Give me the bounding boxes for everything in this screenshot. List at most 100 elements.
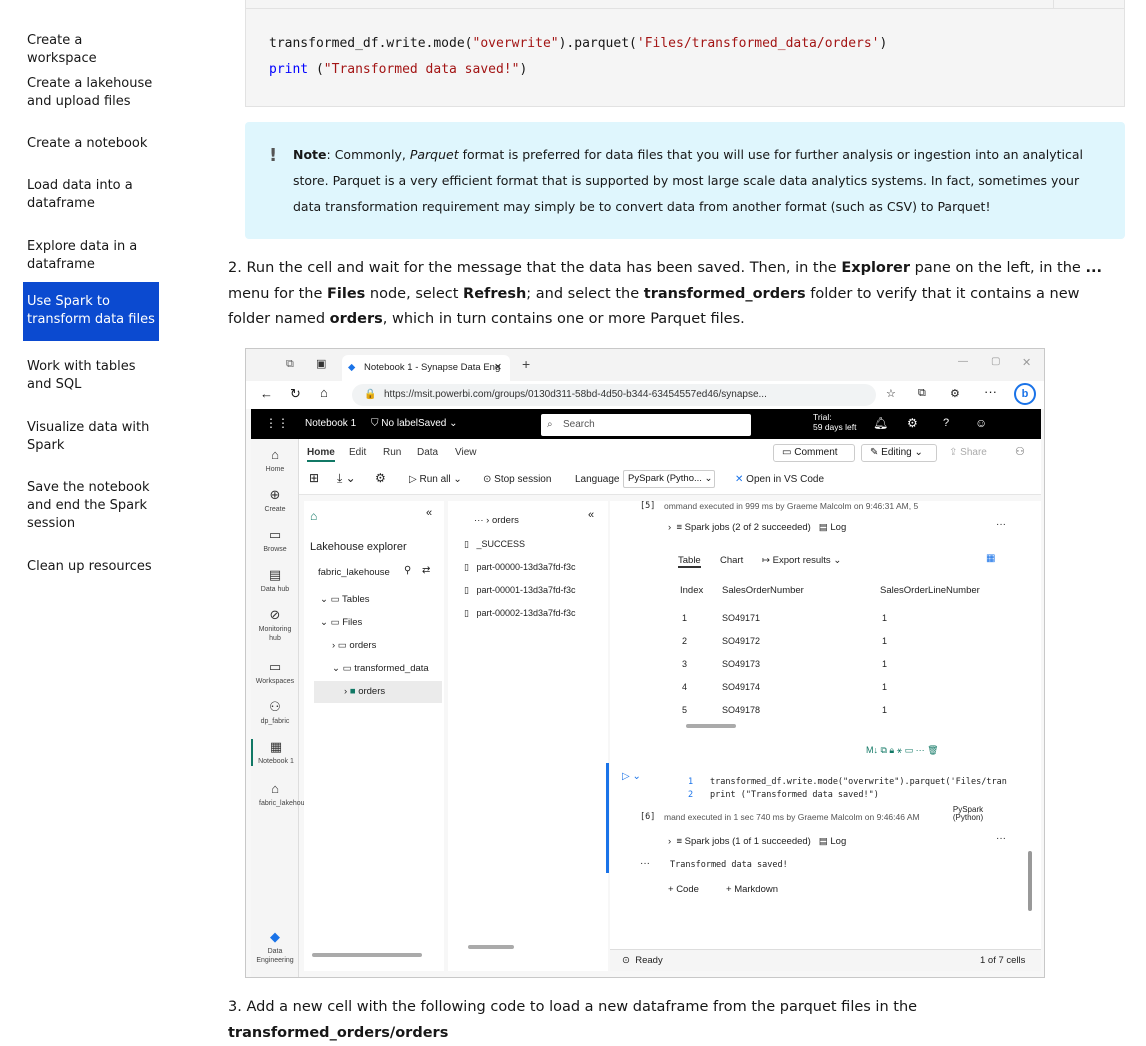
toc-item-clean-up[interactable]: Clean up resources — [23, 554, 159, 580]
minimize-icon[interactable]: — — [958, 356, 968, 367]
table-cell: 1 — [682, 613, 688, 623]
close-tab-icon[interactable]: ✕ — [494, 355, 502, 381]
pin-icon[interactable]: ⚲ — [404, 565, 411, 576]
url-input[interactable]: 🔒 https://msit.powerbi.com/groups/0130d31… — [352, 384, 876, 406]
spark-jobs-5[interactable]: › ≡ Spark jobs (2 of 2 succeeded) ▤ Log — [668, 522, 846, 533]
swap-icon[interactable]: ⇄ — [422, 565, 430, 576]
files-breadcrumb[interactable]: ··· › orders — [474, 515, 519, 526]
editing-button[interactable]: ✎ Editing ⌄ — [861, 444, 937, 462]
explorer-scrollbar[interactable] — [312, 953, 422, 957]
back-icon[interactable]: ← — [260, 386, 273, 401]
collapse-icon[interactable]: « — [426, 507, 432, 519]
cell-6-line-1[interactable]: transformed_df.write.mode("overwrite").p… — [710, 777, 1007, 787]
tree-transformed-orders[interactable]: › ■ orders — [314, 681, 442, 703]
result-tab-chart[interactable]: Chart — [720, 555, 743, 566]
table-cell: SO49174 — [722, 682, 761, 692]
file-item[interactable]: ▯ _SUCCESS — [464, 539, 525, 550]
cell-more-icon[interactable]: ··· — [996, 519, 1006, 530]
favorites-icon[interactable]: ☆ — [886, 387, 896, 400]
language-select[interactable]: PySpark (Pytho... ⌄ — [623, 470, 715, 488]
app-launcher-icon[interactable]: ⋮⋮ — [265, 416, 289, 430]
bing-icon[interactable]: b — [1014, 383, 1036, 405]
help-icon[interactable]: ? — [943, 417, 949, 429]
collections-icon[interactable]: ⧉ — [918, 387, 926, 400]
rail-dp-fabric[interactable]: ⚇ dp_fabric — [251, 699, 299, 726]
toc-item-visualize[interactable]: Visualize data with Spark — [23, 415, 159, 459]
refresh-icon[interactable]: ↻ — [290, 386, 301, 402]
browser-tab[interactable]: Notebook 1 - Synapse Data Eng ◆ ✕ — [342, 355, 510, 381]
tab-data[interactable]: Data — [417, 447, 438, 458]
toc-item-save-notebook[interactable]: Save the notebook and end the Spark sess… — [23, 475, 159, 537]
file-item[interactable]: ▯ part-00002-13d3a7fd-f3c — [464, 608, 576, 619]
file-item[interactable]: ▯ part-00000-13d3a7fd-f3c — [464, 562, 576, 573]
toc-item-use-spark[interactable]: Use Spark to transform data files — [23, 282, 159, 341]
more-icon[interactable]: ··· — [984, 384, 997, 399]
maximize-icon[interactable]: ▢ — [991, 356, 1000, 367]
cell-6-line-2[interactable]: print ("Transformed data saved!") — [710, 790, 879, 800]
add-markdown-button[interactable]: + Markdown — [726, 884, 778, 895]
toc-item-explore-data[interactable]: Explore data in a dataframe — [23, 234, 159, 278]
share-button[interactable]: ⇪ Share — [949, 447, 987, 458]
rail-browse[interactable]: ▭ Browse — [251, 527, 299, 554]
window-close-icon[interactable]: ✕ — [1022, 356, 1031, 369]
workspaces-icon[interactable]: ⧉ — [286, 358, 294, 371]
toc-item-create-workspace[interactable]: Create a workspace — [23, 28, 159, 72]
tree-tables[interactable]: ⌄ ▭ Tables — [320, 594, 370, 605]
tree-files[interactable]: ⌄ ▭ Files — [320, 617, 362, 628]
stop-session-button[interactable]: ⊙ Stop session — [483, 474, 551, 485]
cell-more-icon[interactable]: ··· — [996, 833, 1006, 844]
open-vscode-button[interactable]: ✕ Open in VS Code — [735, 474, 824, 485]
download-icon[interactable]: ⤓ ⌄ — [337, 471, 356, 486]
file-item[interactable]: ▯ part-00001-13d3a7fd-f3c — [464, 585, 576, 596]
tab-home[interactable]: Home — [307, 447, 335, 462]
home-icon[interactable]: ⌂ — [320, 385, 328, 400]
feedback-icon[interactable]: ☺ — [975, 416, 987, 430]
toc-item-load-data[interactable]: Load data into a dataframe — [23, 173, 159, 217]
tree-transformed-data[interactable]: ⌄ ▭ transformed_data — [332, 663, 429, 674]
tab-view[interactable]: View — [455, 447, 477, 458]
bell-icon[interactable]: 🔔︎ — [873, 416, 888, 430]
extensions-icon[interactable]: ⚙ — [950, 387, 960, 400]
add-code-button[interactable]: + Code — [668, 884, 699, 895]
rail-notebook[interactable]: ▦ Notebook 1 — [251, 739, 299, 766]
rail-monitoring[interactable]: ⊘ Monitoring hub — [251, 607, 299, 643]
rail-workspaces[interactable]: ▭ Workspaces — [251, 659, 299, 686]
new-tab-icon[interactable]: + — [522, 356, 530, 372]
run-cell-icon[interactable]: ▷ ⌄ — [622, 771, 641, 782]
files-scrollbar[interactable] — [468, 945, 514, 949]
rail-home[interactable]: ⌂ Home — [251, 447, 299, 474]
cell-6-language[interactable]: PySpark (Python) — [950, 806, 986, 822]
result-tab-table[interactable]: Table — [678, 555, 701, 568]
trial-badge[interactable]: Trial: 59 days left — [813, 412, 856, 432]
lakehouse-name[interactable]: fabric_lakehouse — [318, 567, 390, 578]
table-settings-icon[interactable]: ▦ — [986, 553, 995, 564]
rail-data-hub[interactable]: ▤ Data hub — [251, 567, 299, 594]
tab-actions-icon[interactable]: ▣ — [316, 357, 326, 370]
comment-icon: ▭ — [782, 447, 795, 458]
spark-jobs-6[interactable]: › ≡ Spark jobs (1 of 1 succeeded) ▤ Log — [668, 836, 846, 847]
tab-run[interactable]: Run — [383, 447, 401, 458]
toc-item-tables-sql[interactable]: Work with tables and SQL — [23, 354, 159, 398]
rail-data-engineering[interactable]: ◆ Data Engineering — [251, 929, 299, 965]
workspace-icon[interactable]: ⊞ — [309, 471, 319, 485]
comment-button[interactable]: ▭ Comment — [773, 444, 855, 462]
notebook-scrollbar[interactable] — [1028, 851, 1032, 911]
output-more-icon[interactable]: ··· — [640, 858, 650, 869]
sensitivity-label[interactable]: ⛉ No labelSaved ⌄ — [371, 418, 458, 429]
notebook-name[interactable]: Notebook 1 — [305, 418, 356, 429]
run-all-button[interactable]: ▷ Run all ⌄ — [409, 474, 462, 485]
rail-create[interactable]: ⊕ Create — [251, 487, 299, 514]
cell-toolbar[interactable]: M↓ ⧉ 🔒︎ ⚹ ▭ ··· 🗑︎ — [866, 745, 939, 756]
tab-edit[interactable]: Edit — [349, 447, 366, 458]
toc-item-create-notebook[interactable]: Create a notebook — [23, 131, 159, 157]
rail-lakehouse[interactable]: ⌂ fabric_lakehouse — [251, 781, 312, 808]
export-results-button[interactable]: ↦ Export results ⌄ — [762, 555, 841, 566]
search-input[interactable]: ⌕ Search — [541, 414, 751, 436]
tree-orders[interactable]: › ▭ orders — [332, 640, 376, 651]
gear-icon[interactable]: ⚙ — [907, 416, 918, 430]
collab-icon[interactable]: ⚇ — [1015, 445, 1025, 458]
table-scrollbar[interactable] — [686, 724, 736, 728]
collapse-files-icon[interactable]: « — [588, 509, 594, 521]
settings-icon[interactable]: ⚙ — [375, 471, 386, 485]
toc-item-create-lakehouse[interactable]: Create a lakehouse and upload files — [23, 71, 159, 115]
